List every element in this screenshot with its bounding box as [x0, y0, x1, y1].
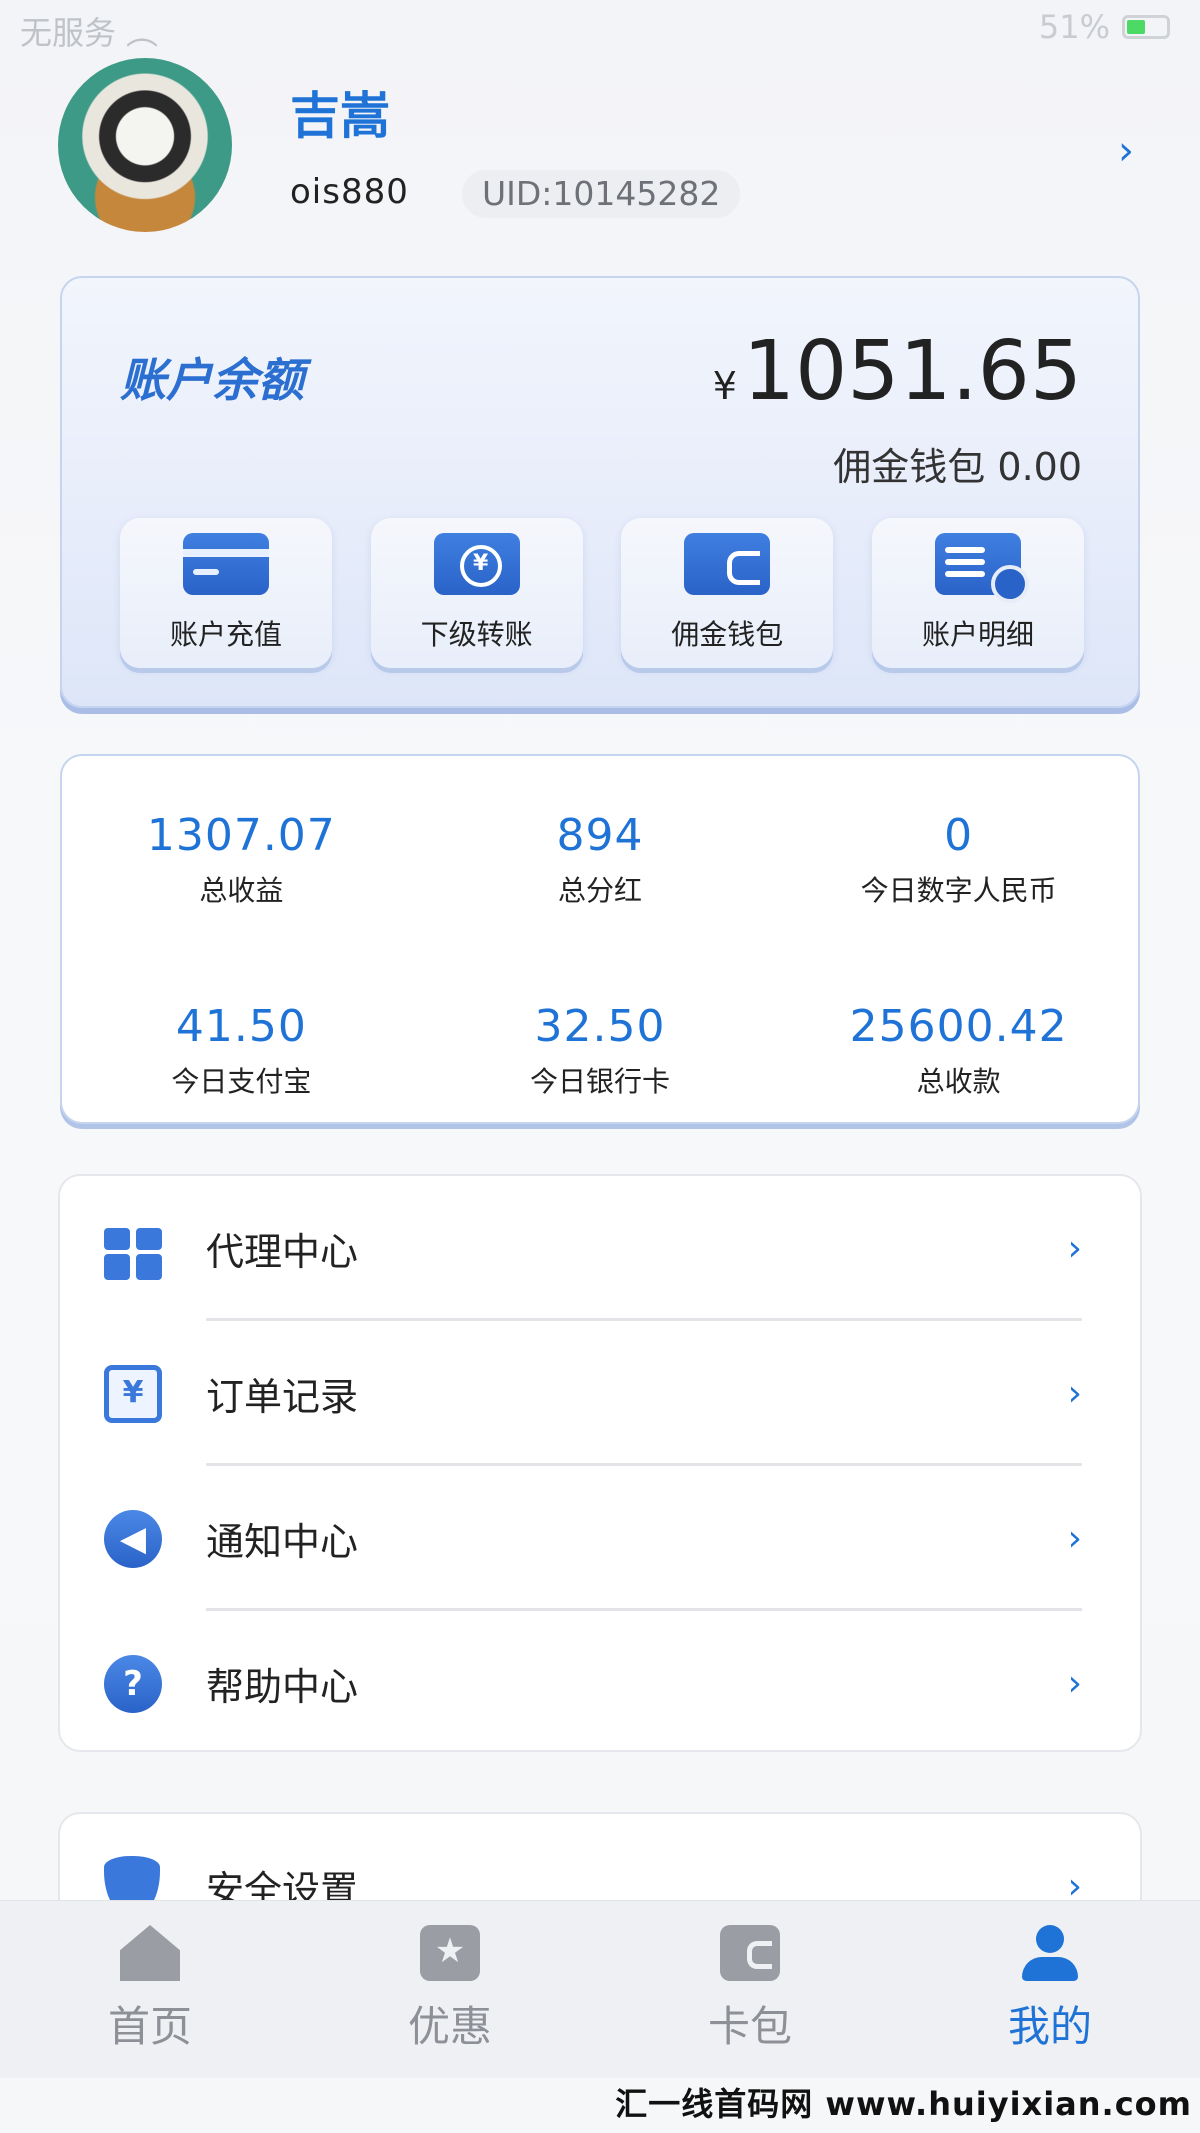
transfer-icon — [433, 533, 520, 595]
stat-label: 今日银行卡 — [529, 1065, 670, 1098]
stat-value: 25600.42 — [849, 1001, 1068, 1052]
balance-card: 账户余额 ¥ 1051.65 佣金钱包 0.00 账户充值 下级转账 佣金钱包 … — [60, 276, 1140, 708]
stat-label: 今日支付宝 — [171, 1065, 312, 1098]
stat-total-income: 1307.07 总收益 — [62, 810, 421, 909]
balance-actions: 账户充值 下级转账 佣金钱包 账户明细 — [120, 518, 1084, 668]
speaker-icon: ◀ — [104, 1509, 162, 1568]
stat-label: 总收益 — [199, 874, 284, 907]
chevron-right-icon: › — [1067, 1228, 1082, 1269]
stat-label: 今日数字人民币 — [860, 874, 1057, 907]
stat-today-alipay: 41.50 今日支付宝 — [62, 1001, 421, 1100]
commission-value: 0.00 — [997, 445, 1082, 489]
balance-value: 1051.65 — [742, 324, 1082, 419]
star-icon — [420, 1925, 480, 1981]
home-icon — [120, 1925, 180, 1981]
recharge-button[interactable]: 账户充值 — [120, 518, 332, 668]
commission-wallet-button[interactable]: 佣金钱包 — [621, 518, 834, 668]
uid-badge: UID:10145282 — [462, 170, 741, 218]
stats-grid: 1307.07 总收益 894 总分红 0 今日数字人民币 41.50 今日支付… — [62, 810, 1138, 1100]
carrier-text: 无服务 — [20, 14, 117, 52]
tab-card-wallet[interactable]: 卡包 — [650, 1925, 850, 2054]
tab-mine[interactable]: 我的 — [950, 1925, 1150, 2054]
menu-item-notification-center[interactable]: ◀ 通知中心 › — [60, 1466, 1140, 1611]
chevron-right-icon: › — [1067, 1663, 1082, 1704]
menu-item-label: 订单记录 — [206, 1375, 359, 1419]
commission-label: 佣金钱包 — [833, 445, 986, 489]
stat-value: 32.50 — [534, 1001, 666, 1052]
stats-card: 1307.07 总收益 894 总分红 0 今日数字人民币 41.50 今日支付… — [60, 754, 1140, 1124]
status-carrier: 无服务 ︵ — [20, 8, 158, 54]
avatar[interactable] — [58, 58, 232, 232]
menu-item-help-center[interactable]: ? 帮助中心 › — [60, 1611, 1140, 1756]
stat-total-collection: 25600.42 总收款 — [779, 1001, 1138, 1100]
watermark: 汇一线首码网 www.huiyixian.com — [615, 2085, 1192, 2123]
user-icon — [1020, 1925, 1080, 1981]
menu-item-label: 帮助中心 — [206, 1665, 359, 1709]
battery-icon — [1122, 15, 1170, 39]
menu-item-agent-center[interactable]: 代理中心 › — [60, 1176, 1140, 1321]
wallet-icon — [720, 1925, 780, 1981]
stat-label: 总收款 — [916, 1065, 1001, 1098]
status-bar: 无服务 ︵ 51% — [0, 0, 1200, 56]
currency-symbol: ¥ — [712, 364, 737, 408]
wallet-icon — [684, 533, 771, 595]
user-name: 吉嵩 — [290, 87, 390, 145]
username: ois880 — [290, 172, 409, 212]
chevron-right-icon: › — [1067, 1373, 1082, 1414]
chevron-right-icon: › — [1067, 1518, 1082, 1559]
order-icon: ¥ — [104, 1364, 162, 1423]
wifi-icon: ︵ — [126, 14, 159, 52]
account-detail-label: 账户明细 — [921, 618, 1034, 651]
balance-title: 账户余额 — [120, 353, 304, 407]
tab-label: 首页 — [107, 2002, 192, 2051]
stat-total-dividend: 894 总分红 — [421, 810, 780, 909]
menu-item-label: 代理中心 — [206, 1230, 359, 1274]
status-battery: 51% — [1039, 8, 1170, 46]
card-icon — [183, 533, 269, 595]
help-icon: ? — [104, 1654, 162, 1713]
commission-wallet-label: 佣金钱包 — [671, 618, 784, 651]
gift-icon — [104, 1220, 162, 1280]
account-detail-button[interactable]: 账户明细 — [871, 518, 1084, 668]
detail-icon — [934, 533, 1029, 603]
tab-home[interactable]: 首页 — [50, 1925, 250, 2054]
balance-amount: ¥ 1051.65 — [713, 324, 1082, 419]
stat-today-bankcard: 32.50 今日银行卡 — [421, 1001, 780, 1100]
menu-card: 代理中心 › ¥ 订单记录 › ◀ 通知中心 › ? 帮助中心 › — [58, 1174, 1142, 1752]
menu-item-order-records[interactable]: ¥ 订单记录 › — [60, 1321, 1140, 1466]
transfer-button[interactable]: 下级转账 — [370, 518, 583, 668]
stat-value: 1307.07 — [146, 810, 336, 861]
profile-chevron-icon[interactable]: › — [1118, 128, 1134, 174]
recharge-label: 账户充值 — [169, 618, 282, 651]
commission-wallet-line: 佣金钱包 0.00 — [833, 436, 1082, 491]
tab-label: 卡包 — [707, 2002, 792, 2051]
stat-label: 总分红 — [557, 874, 642, 907]
stat-value: 0 — [944, 810, 974, 861]
stat-value: 41.50 — [175, 1001, 307, 1052]
tab-offers[interactable]: 优惠 — [350, 1925, 550, 2054]
transfer-label: 下级转账 — [420, 618, 533, 651]
battery-text: 51% — [1038, 8, 1110, 46]
tab-label: 优惠 — [407, 2002, 492, 2051]
stat-today-ecny: 0 今日数字人民币 — [779, 810, 1138, 909]
tab-bar: 首页 优惠 卡包 我的 — [0, 1900, 1200, 2078]
menu-item-label: 通知中心 — [206, 1520, 359, 1564]
stat-value: 894 — [556, 810, 644, 861]
tab-label: 我的 — [1007, 2002, 1092, 2051]
